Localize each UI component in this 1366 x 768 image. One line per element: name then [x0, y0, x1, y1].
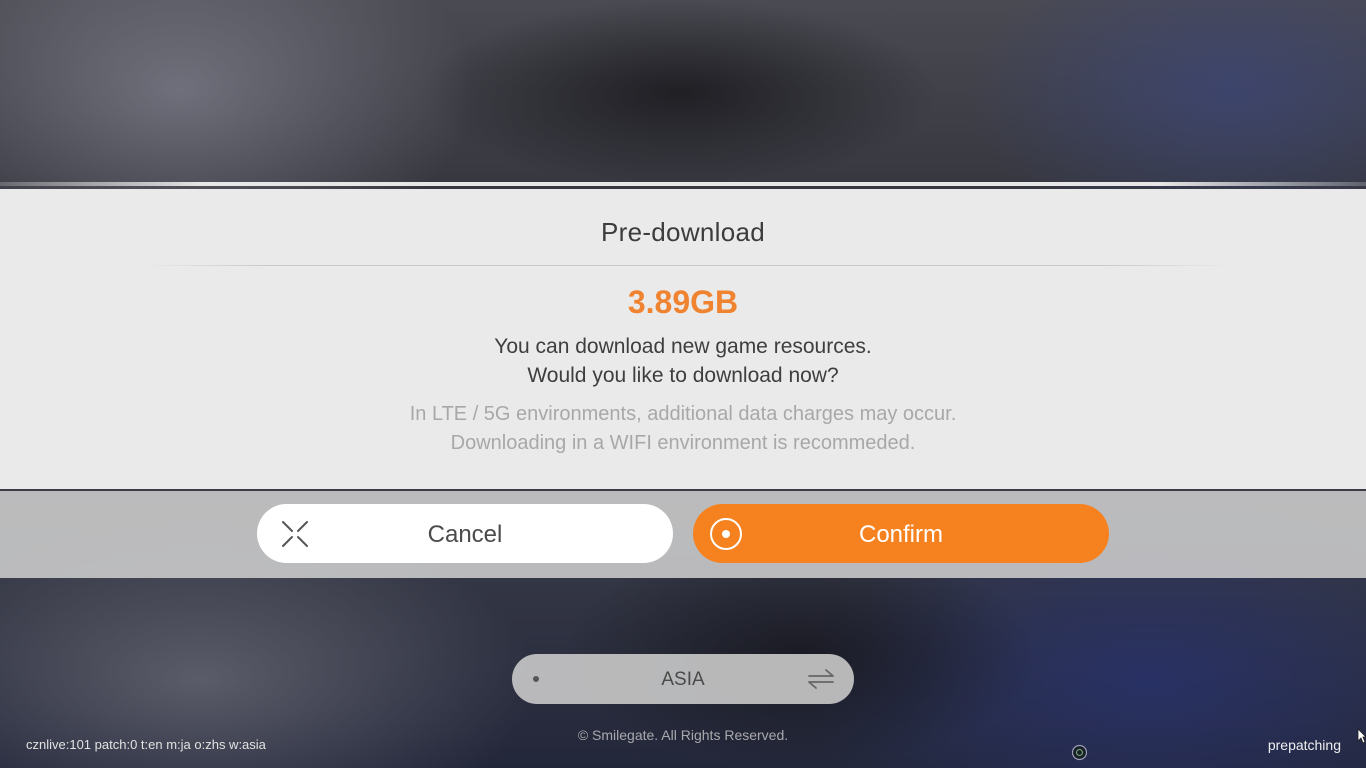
- download-size: 3.89GB: [627, 284, 739, 320]
- region-selector[interactable]: ASIA: [512, 654, 854, 704]
- dialog-title: Pre-download: [600, 217, 766, 247]
- cancel-button-label: Cancel: [427, 521, 503, 548]
- cancel-button[interactable]: Cancel: [257, 504, 673, 563]
- copyright-text: © Smilegate. All Rights Reserved.: [577, 727, 789, 743]
- patch-status: prepatching: [1267, 737, 1341, 753]
- dialog-button-bar: Cancel Confirm: [0, 491, 1366, 578]
- confirm-button-label: Confirm: [858, 521, 943, 548]
- wifi-recommendation-note: Downloading in a WIFI environment is rec…: [450, 432, 916, 454]
- dialog-top-edge: [0, 182, 1366, 186]
- region-label: ASIA: [661, 669, 705, 690]
- title-divider: [140, 265, 1230, 266]
- mouse-cursor-icon: [1357, 728, 1366, 744]
- data-charge-note: In LTE / 5G environments, additional dat…: [409, 403, 957, 425]
- background-shadow: [420, 0, 940, 185]
- confirm-button[interactable]: Confirm: [693, 504, 1109, 563]
- swap-arrows-icon: [808, 669, 834, 689]
- message-line-2: Would you like to download now?: [527, 364, 839, 387]
- message-line-1: You can download new game resources.: [494, 335, 872, 358]
- pre-download-dialog: Pre-download 3.89GB You can download new…: [0, 189, 1366, 489]
- globe-icon[interactable]: [1071, 744, 1088, 761]
